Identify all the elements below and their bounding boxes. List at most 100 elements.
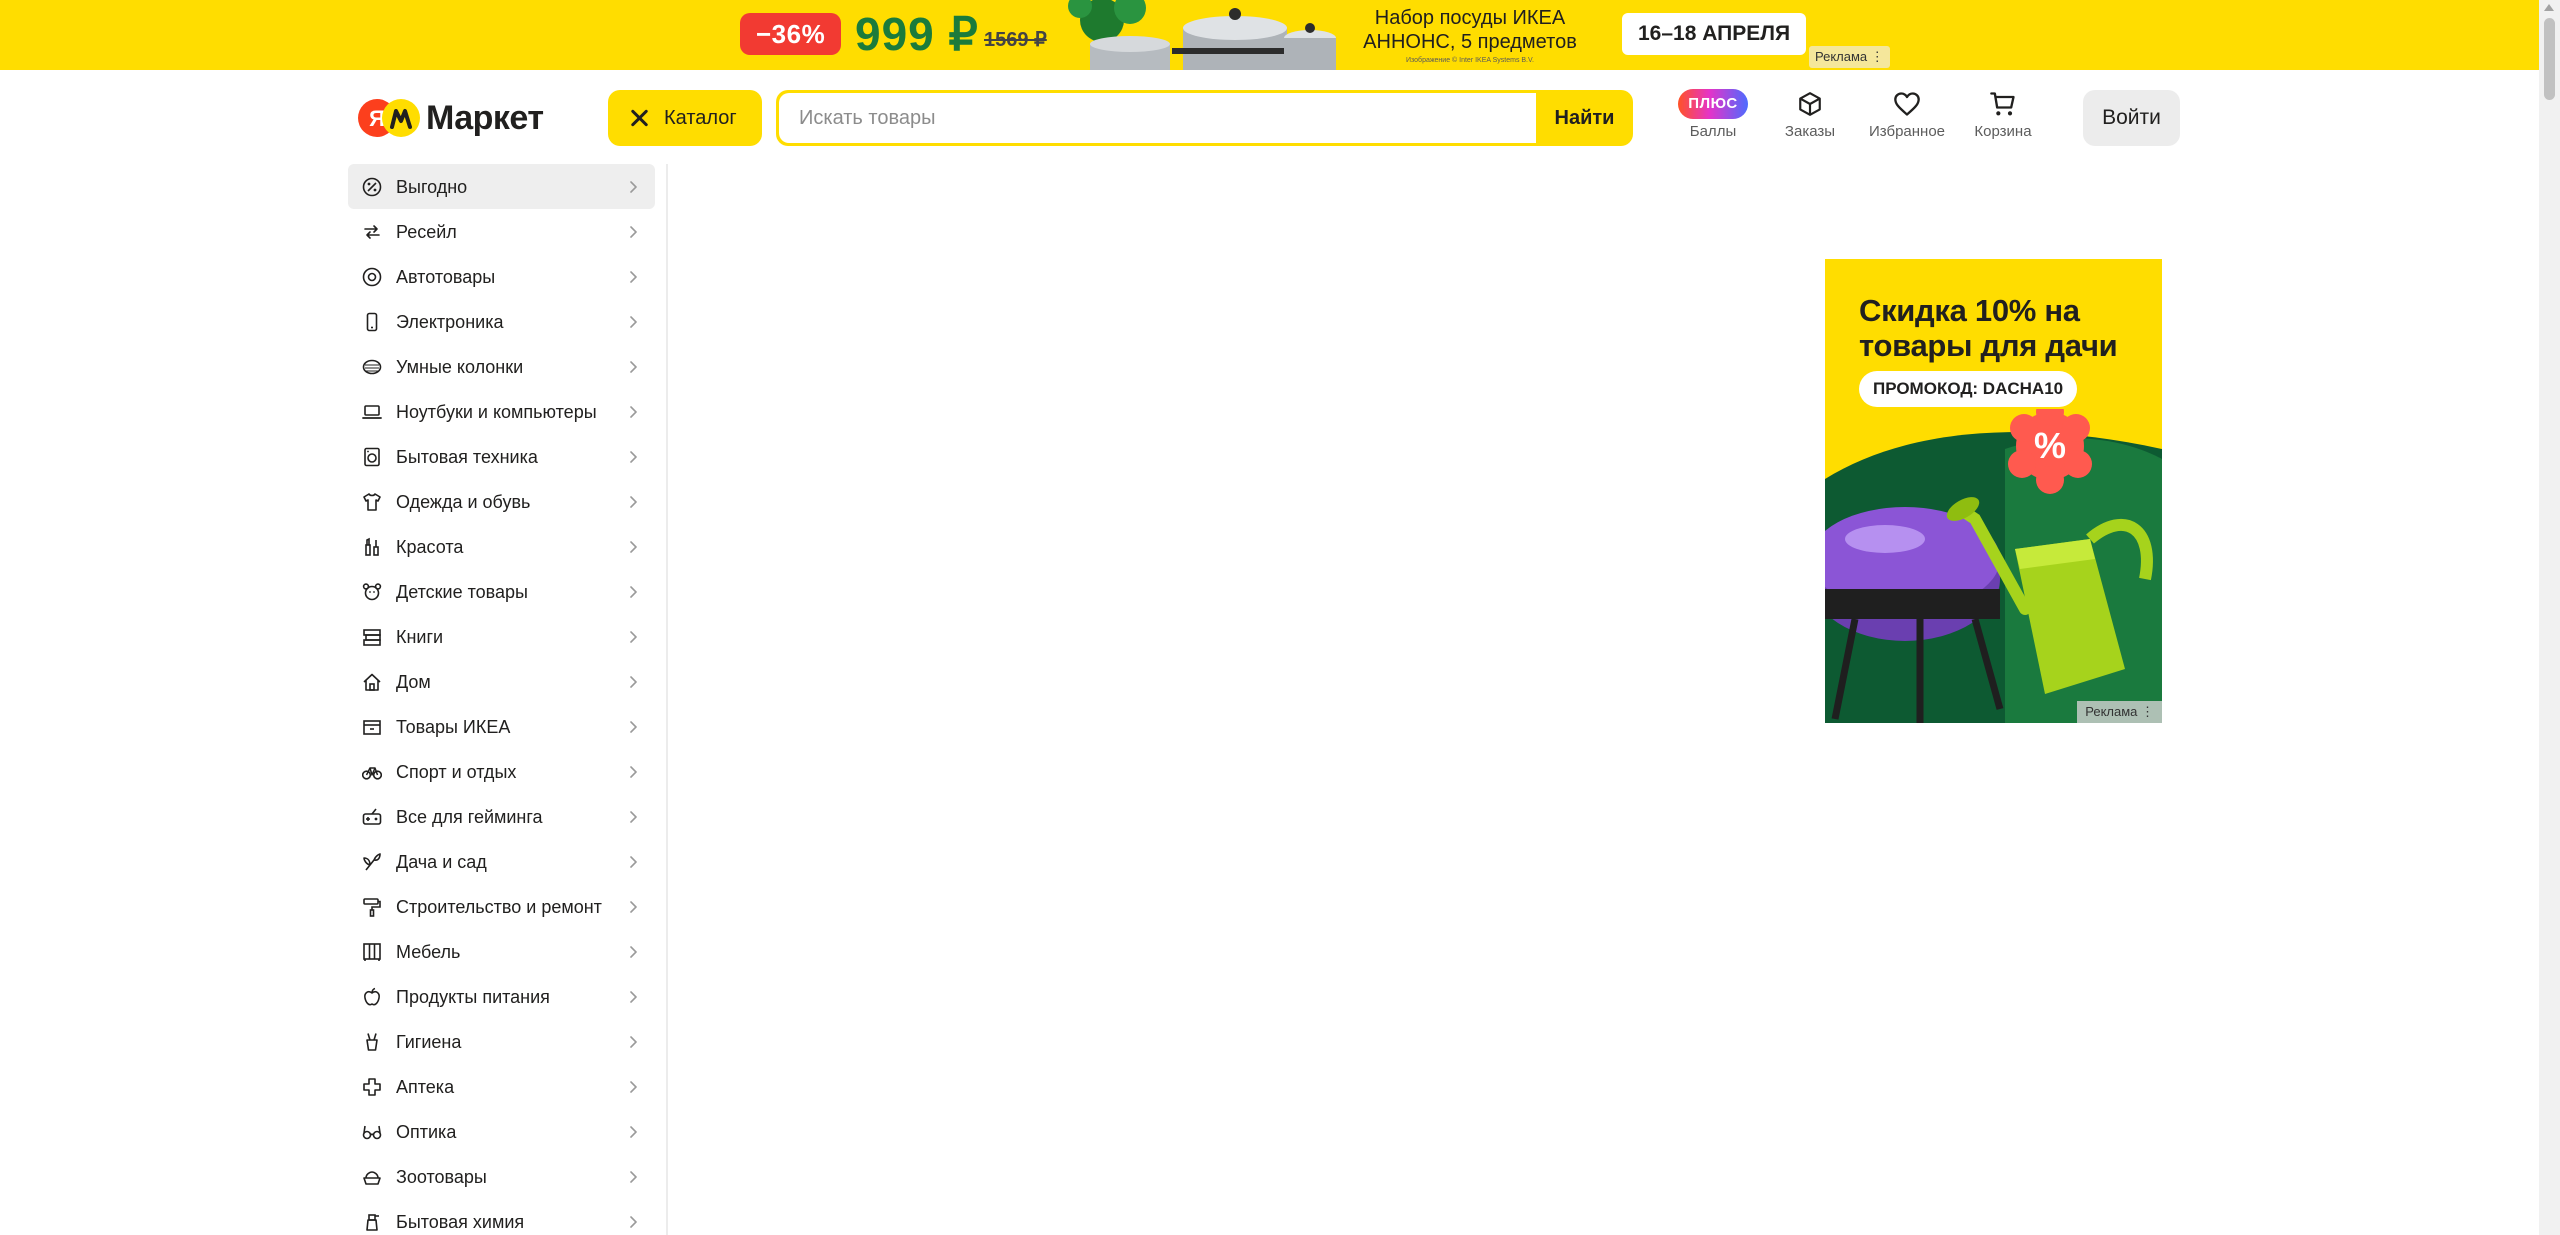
login-button[interactable]: Войти [2083, 90, 2180, 146]
sidebar-item[interactable]: Красота [348, 524, 655, 569]
sidebar-item[interactable]: Зоотовары [348, 1154, 655, 1199]
page-scrollbar[interactable] [2539, 0, 2560, 1235]
promo-banner[interactable]: −36% 999 ₽ 1569 ₽ Набор посуды ИКЕА АННО… [0, 0, 2560, 70]
resale-icon [362, 222, 382, 242]
house-icon [362, 672, 382, 692]
laptop-icon [362, 402, 382, 422]
chevron-right-icon [627, 1080, 639, 1093]
sidebar-item-label: Строительство и ремонт [396, 896, 602, 917]
sidebar-item-label: Автотовары [396, 266, 496, 287]
sidebar-item[interactable]: Аптека [348, 1064, 655, 1109]
bicycle-icon [362, 762, 382, 782]
logo[interactable]: Я Маркет [358, 97, 544, 139]
sidebar-item-label: Гигиена [396, 1031, 462, 1052]
sidebar-item-label: Мебель [396, 941, 461, 962]
promo-dates: 16–18 АПРЕЛЯ [1622, 13, 1807, 55]
medical-cross-icon [362, 1077, 382, 1097]
sidebar-item[interactable]: Ресейл [348, 209, 655, 254]
sidebar-item[interactable]: Ноутбуки и компьютеры [348, 389, 655, 434]
sidebar-item[interactable]: Бытовая техника [348, 434, 655, 479]
sidebar-item[interactable]: Электроника [348, 299, 655, 344]
chevron-right-icon [627, 1125, 639, 1138]
sidebar-item[interactable]: Одежда и обувь [348, 479, 655, 524]
garden-products-illustration: % [1825, 409, 2162, 723]
chevron-right-icon [627, 315, 639, 328]
sidebar-item-label: Бытовая химия [396, 1211, 525, 1232]
promo-banner-content[interactable]: −36% 999 ₽ 1569 ₽ Набор посуды ИКЕА АННО… [740, 0, 1900, 70]
toothbrush-cup-icon [362, 1032, 382, 1052]
books-icon [362, 627, 382, 647]
sidebar-item[interactable]: Строительство и ремонт [348, 884, 655, 929]
promo-ad-label[interactable]: Реклама ⋮ [1809, 46, 1890, 68]
catalog-button[interactable]: Каталог [608, 90, 762, 146]
sidebar-item-label: Аптека [396, 1076, 455, 1097]
side-ad-promo-code: ПРОМОКОД: DACHA10 [1859, 371, 2078, 407]
chevron-right-icon [627, 810, 639, 823]
sidebar-item-label: Спорт и отдых [396, 761, 517, 782]
header-favorites[interactable]: Избранное [1859, 86, 1955, 150]
chevron-right-icon [627, 945, 639, 958]
sidebar-item-label: Продукты питания [396, 986, 550, 1007]
gamepad-icon [362, 807, 382, 827]
apple-icon [362, 987, 382, 1007]
chevron-right-icon [627, 765, 639, 778]
sidebar-item[interactable]: Детские товары [348, 569, 655, 614]
header-points[interactable]: ПЛЮС Баллы [1665, 86, 1761, 150]
cookware-illustration [1068, 0, 1336, 70]
sidebar-item[interactable]: Оптика [348, 1109, 655, 1154]
promo-discount-badge: −36% [740, 13, 842, 55]
sidebar-item-label: Зоотовары [396, 1166, 487, 1187]
chevron-right-icon [627, 270, 639, 283]
sidebar-item[interactable]: Продукты питания [348, 974, 655, 1019]
svg-text:%: % [2034, 425, 2066, 466]
sidebar-item[interactable]: Мебель [348, 929, 655, 974]
sidebar-item[interactable]: Книги [348, 614, 655, 659]
sidebar-item[interactable]: Автотовары [348, 254, 655, 299]
tshirt-icon [362, 492, 382, 512]
heart-icon [1894, 92, 1920, 116]
pet-bowl-icon [362, 1167, 382, 1187]
chevron-right-icon [627, 180, 639, 193]
side-ad-banner[interactable]: Скидка 10% на товары для дачи ПРОМОКОД: … [1825, 259, 2162, 723]
chevron-right-icon [627, 1215, 639, 1228]
sidebar-item[interactable]: Дача и сад [348, 839, 655, 884]
sidebar-item[interactable]: Дом [348, 659, 655, 704]
sidebar-item[interactable]: Спорт и отдых [348, 749, 655, 794]
washing-machine-icon [362, 447, 382, 467]
plus-badge: ПЛЮС [1678, 89, 1748, 119]
scroll-thumb[interactable] [2544, 18, 2555, 100]
search-button[interactable]: Найти [1536, 90, 1633, 146]
sidebar-item-label: Бытовая техника [396, 446, 538, 467]
header-orders[interactable]: Заказы [1762, 86, 1858, 150]
scroll-up-arrow-icon[interactable] [2544, 4, 2554, 11]
chevron-right-icon [627, 495, 639, 508]
cart-label: Корзина [1974, 123, 2032, 140]
search-input[interactable] [779, 93, 1536, 143]
percent-icon [362, 177, 382, 197]
chevron-right-icon [627, 405, 639, 418]
side-ad-label[interactable]: Реклама ⋮ [2077, 701, 2162, 723]
sidebar-item[interactable]: Бытовая химия [348, 1199, 655, 1235]
sidebar-item-label: Умные колонки [396, 356, 524, 377]
chevron-right-icon [627, 855, 639, 868]
chevron-right-icon [627, 990, 639, 1003]
cosmetics-icon [362, 537, 382, 557]
sidebar-item[interactable]: Гигиена [348, 1019, 655, 1064]
sidebar-item[interactable]: Умные колонки [348, 344, 655, 389]
tire-icon [362, 267, 382, 287]
wardrobe-icon [362, 942, 382, 962]
header: Я Маркет Каталог Найти ПЛЮС Баллы Заказы [0, 70, 2560, 164]
sidebar-item-label: Книги [396, 626, 444, 647]
chevron-right-icon [627, 630, 639, 643]
sidebar-item[interactable]: Выгодно [348, 164, 655, 209]
ikea-box-icon [362, 717, 382, 737]
spray-bottle-icon [362, 1212, 382, 1232]
sidebar-item-label: Дом [396, 671, 431, 692]
chevron-right-icon [627, 450, 639, 463]
sidebar-divider [666, 164, 668, 1235]
orders-label: Заказы [1784, 123, 1836, 140]
header-cart[interactable]: Корзина [1955, 86, 2051, 150]
sidebar-item[interactable]: Товары ИКЕА [348, 704, 655, 749]
sidebar-item[interactable]: Все для гейминга [348, 794, 655, 839]
close-icon [628, 107, 650, 129]
